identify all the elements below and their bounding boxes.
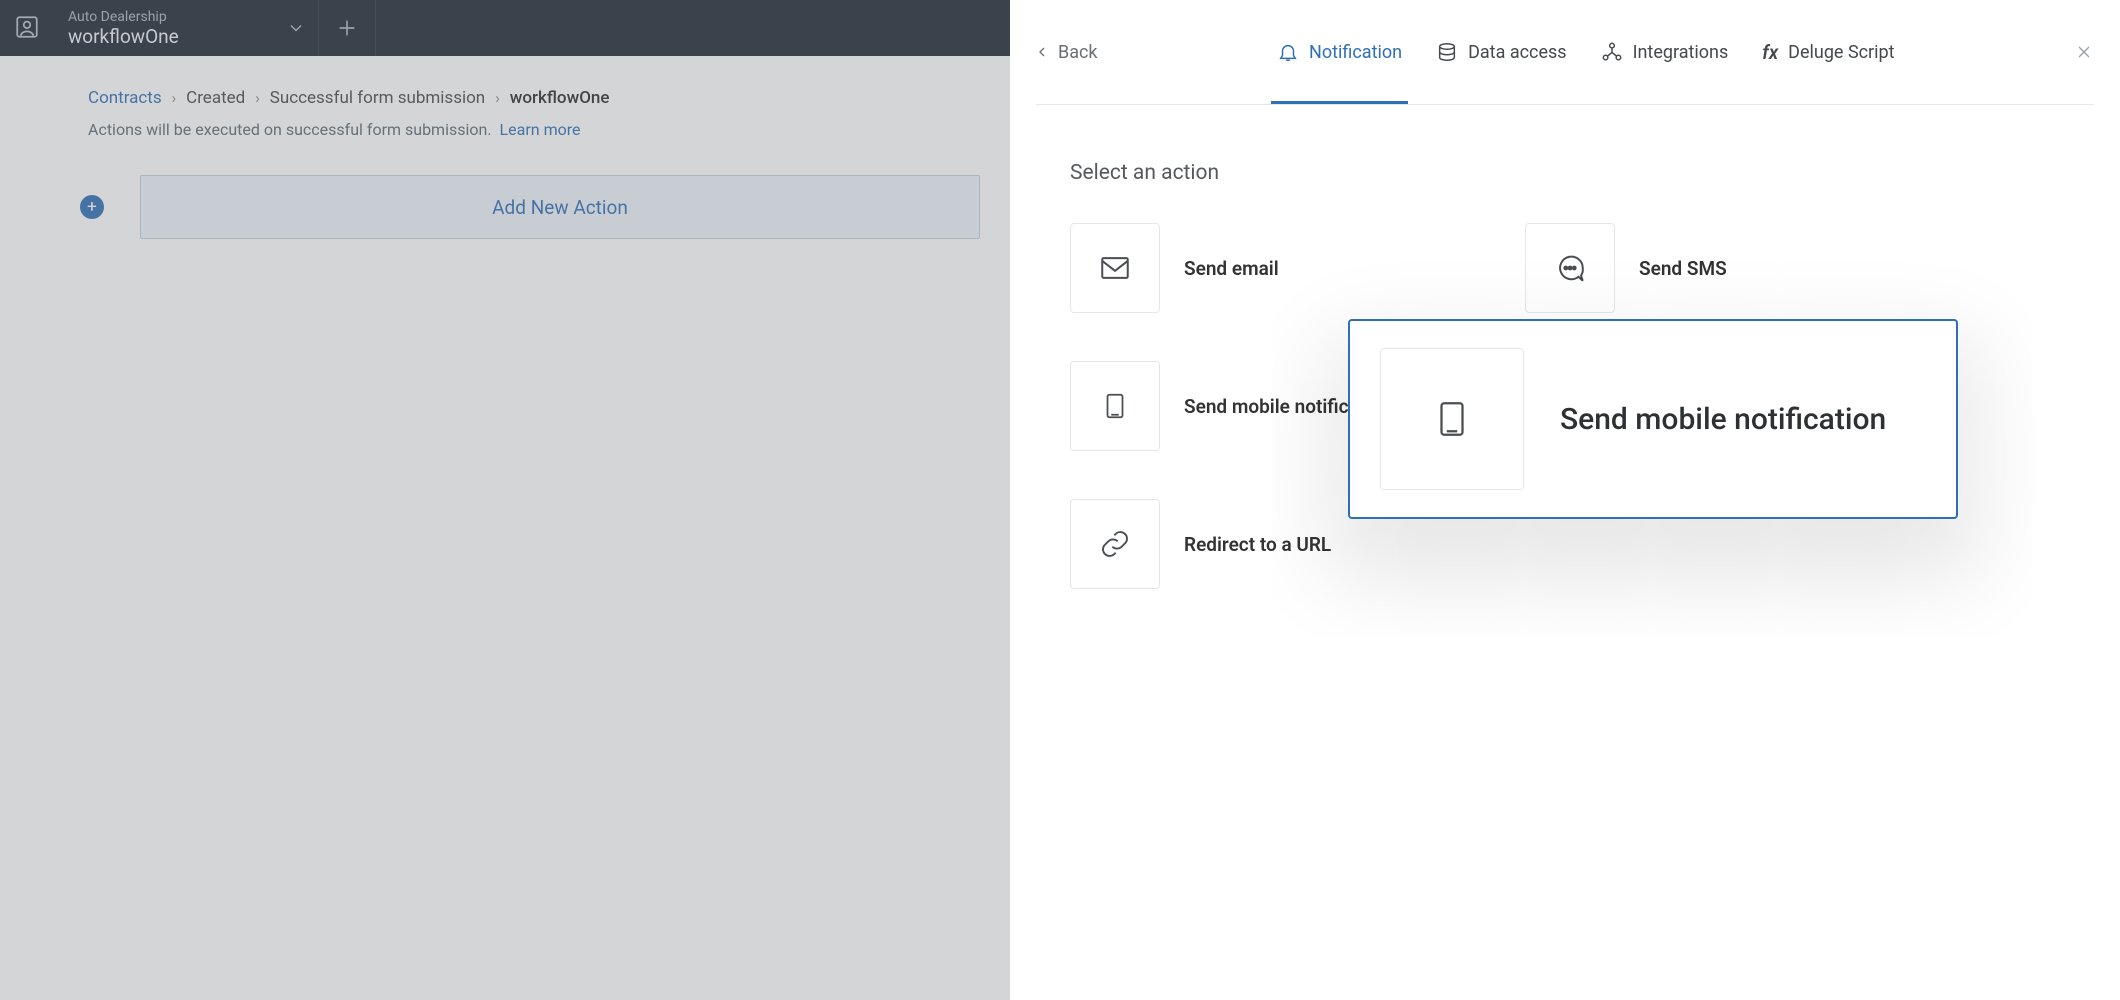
link-icon	[1070, 499, 1160, 589]
back-button[interactable]: Back	[1034, 42, 1098, 63]
action-label: Send SMS	[1639, 257, 1727, 280]
tab-deluge-script[interactable]: fx Deluge Script	[1762, 0, 1894, 104]
close-panel-button[interactable]	[2074, 42, 2094, 62]
selected-action-popover[interactable]: Send mobile notification	[1348, 319, 1958, 519]
action-label: Redirect to a URL	[1184, 533, 1331, 556]
tab-notification[interactable]: Notification	[1277, 0, 1402, 104]
tablet-icon	[1070, 361, 1160, 451]
bell-icon	[1277, 41, 1299, 63]
tab-label: Deluge Script	[1788, 42, 1894, 63]
panel-title: Select an action	[1070, 161, 2064, 185]
action-label: Send email	[1184, 257, 1279, 280]
tablet-icon	[1380, 348, 1524, 490]
mail-icon	[1070, 223, 1160, 313]
tab-label: Data access	[1468, 42, 1567, 63]
nodes-icon	[1601, 41, 1623, 63]
action-panel: Back Notification Data access Integratio…	[1010, 0, 2120, 1000]
action-send-email[interactable]: Send email	[1070, 223, 1525, 313]
back-label: Back	[1058, 42, 1098, 63]
database-icon	[1436, 41, 1458, 63]
fx-icon: fx	[1762, 41, 1778, 64]
tab-label: Integrations	[1633, 42, 1729, 63]
modal-overlay[interactable]	[0, 0, 1010, 1000]
action-send-sms[interactable]: Send SMS	[1525, 223, 1980, 313]
tab-data-access[interactable]: Data access	[1436, 0, 1567, 104]
tab-label: Notification	[1309, 42, 1402, 63]
sms-icon	[1525, 223, 1615, 313]
panel-tabs: Notification Data access Integrations fx…	[1277, 0, 1895, 104]
popover-label: Send mobile notification	[1560, 402, 1886, 437]
tab-integrations[interactable]: Integrations	[1601, 0, 1729, 104]
